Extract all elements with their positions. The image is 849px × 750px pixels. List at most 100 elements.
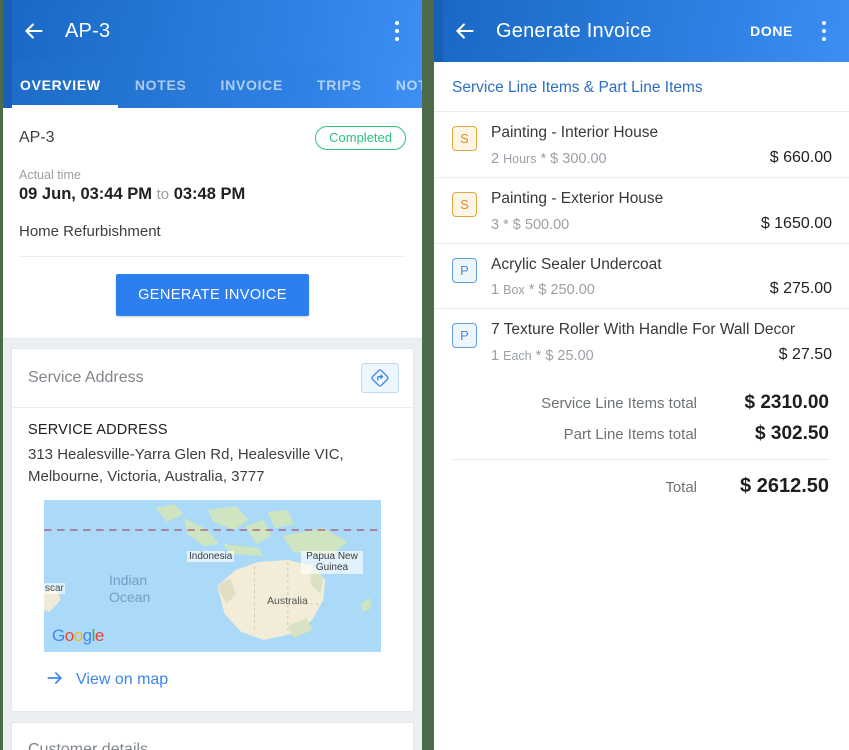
generate-invoice-button[interactable]: GENERATE INVOICE (116, 274, 309, 316)
line-items-list: S Painting - Interior House 2 Hours * $ … (434, 112, 849, 374)
part-total-row: Part Line Items total $ 302.50 (452, 423, 829, 445)
appbar-left-edge-right-panel (434, 0, 443, 62)
job-type-label: Home Refurbishment (19, 223, 161, 240)
line-item-sub-row: 1 Each * $ 25.00 $ 27.50 (491, 346, 832, 364)
line-item-qty-number: 1 (491, 282, 500, 299)
line-item-qty-unit: Each (503, 349, 532, 364)
totals-divider (452, 459, 829, 461)
line-item-main: Painting - Interior House 2 Hours * $ 30… (477, 123, 832, 167)
list-item[interactable]: S Painting - Exterior House 3 * $ 500.00… (434, 178, 849, 244)
tab-trips[interactable]: TRIPS (300, 62, 379, 108)
service-total-label: Service Line Items total (541, 395, 697, 413)
line-item-main: 7 Texture Roller With Handle For Wall De… (477, 320, 832, 364)
service-address-card: Service Address SERVICE ADDRESS 313 Heal… (11, 348, 414, 712)
line-item-name: 7 Texture Roller With Handle For Wall De… (491, 321, 796, 339)
line-item-name: Painting - Exterior House (491, 189, 664, 207)
line-item-rate: $ 250.00 (538, 282, 595, 299)
status-badge: Completed (315, 126, 406, 150)
page-title: AP-3 (65, 19, 111, 42)
line-item-price: $ 275.00 (769, 280, 832, 298)
totals-section: Service Line Items total $ 2310.00 Part … (434, 374, 849, 498)
time-end: 03:48 PM (173, 185, 246, 203)
line-item-main: Painting - Exterior House 3 * $ 500.00 $… (477, 189, 832, 233)
line-item-main: Acrylic Sealer Undercoat 1 Box * $ 250.0… (477, 255, 832, 299)
tab-overview[interactable]: OVERVIEW (3, 62, 118, 108)
service-address-header: Service Address (12, 349, 413, 408)
line-item-qty-unit: Box (503, 283, 525, 298)
left-app-bar: AP-3 (3, 0, 422, 62)
service-address-header-title: Service Address (28, 369, 144, 386)
line-item-qty-unit: Hours (503, 151, 537, 166)
tab-invoice[interactable]: INVOICE (204, 62, 300, 108)
map-graphic (44, 499, 381, 652)
line-item-multiply-sign: * (528, 282, 535, 299)
right-phone-panel: Generate Invoice DONE Service Line Items… (434, 0, 849, 750)
grand-total-label: Total (665, 479, 697, 497)
line-item-quantity: 3 * $ 500.00 (491, 217, 569, 233)
part-total-value: $ 302.50 (755, 423, 829, 445)
line-item-qty-number: 3 (491, 216, 500, 233)
actual-time-label: Actual time (19, 168, 81, 182)
part-badge-icon: P (452, 257, 477, 283)
generate-invoice-row: GENERATE INVOICE (19, 256, 406, 338)
line-item-rate: $ 300.00 (550, 150, 607, 167)
line-item-multiply-sign: * (535, 348, 542, 365)
job-summary-card: AP-3 Completed Actual time 09 Jun, 03:44… (3, 108, 422, 339)
map-preview[interactable]: scar Indonesia Papua New Guinea Indian O… (44, 499, 381, 652)
page-title: Generate Invoice (496, 19, 652, 42)
line-item-sub-row: 2 Hours * $ 300.00 $ 660.00 (491, 149, 832, 167)
line-item-name: Acrylic Sealer Undercoat (491, 255, 662, 273)
back-arrow-icon[interactable] (19, 16, 49, 46)
line-item-quantity: 2 Hours * $ 300.00 (491, 151, 607, 167)
left-scroll-body[interactable]: AP-3 Completed Actual time 09 Jun, 03:44… (3, 108, 422, 750)
service-total-row: Service Line Items total $ 2310.00 (452, 392, 829, 414)
line-item-multiply-sign: * (503, 216, 509, 233)
kebab-menu-icon[interactable] (386, 18, 408, 44)
line-item-rate: $ 500.00 (512, 216, 570, 233)
time-joiner: to (156, 186, 170, 203)
view-on-map-link[interactable]: View on map (28, 652, 397, 711)
service-address-text: 313 Healesville-Yarra Glen Rd, Healesvil… (28, 446, 344, 485)
part-badge-icon: P (452, 323, 477, 349)
tabbar-left-edge (3, 62, 12, 108)
arrow-right-icon (44, 668, 66, 693)
appbar-left-edge (3, 0, 12, 62)
part-total-label: Part Line Items total (563, 426, 697, 444)
line-item-quantity: 1 Box * $ 250.00 (491, 282, 595, 298)
grand-total-value: $ 2612.50 (740, 475, 829, 498)
invoice-body[interactable]: Service Line Items & Part Line Items S P… (434, 62, 849, 750)
left-phone-panel: AP-3 OVERVIEW NOTES INVOICE TRIPS NOTIF … (3, 0, 422, 750)
dual-phone-screenshot: AP-3 OVERVIEW NOTES INVOICE TRIPS NOTIF … (0, 0, 849, 750)
service-total-value: $ 2310.00 (744, 392, 829, 414)
line-item-rate: $ 25.00 (545, 348, 594, 365)
line-item-price: $ 1650.00 (760, 214, 832, 232)
line-item-quantity: 1 Each * $ 25.00 (491, 348, 594, 364)
line-item-name: Painting - Interior House (491, 124, 659, 141)
list-item[interactable]: P 7 Texture Roller With Handle For Wall … (434, 309, 849, 374)
tab-notifications[interactable]: NOTIF (379, 62, 422, 108)
back-arrow-icon[interactable] (450, 16, 480, 46)
service-address-label: SERVICE ADDRESS (28, 422, 168, 438)
line-item-price: $ 660.00 (769, 148, 832, 166)
service-badge-icon: S (452, 126, 477, 151)
list-item[interactable]: P Acrylic Sealer Undercoat 1 Box * $ 250… (434, 244, 849, 310)
service-badge-icon: S (452, 191, 477, 217)
list-item[interactable]: S Painting - Interior House 2 Hours * $ … (434, 112, 849, 178)
view-on-map-label: View on map (76, 671, 169, 688)
line-item-sub-row: 3 * $ 500.00 $ 1650.00 (491, 215, 832, 233)
kebab-menu-icon[interactable] (813, 18, 835, 44)
line-items-section-title: Service Line Items & Part Line Items (434, 62, 849, 112)
tab-bar: OVERVIEW NOTES INVOICE TRIPS NOTIF (3, 62, 422, 108)
grand-total-row: Total $ 2612.50 (452, 475, 829, 498)
service-address-body: SERVICE ADDRESS 313 Healesville-Yarra Gl… (12, 408, 413, 711)
line-item-qty-number: 1 (491, 348, 500, 365)
customer-details-card[interactable]: Customer details (11, 721, 414, 750)
done-button[interactable]: DONE (744, 17, 799, 45)
directions-navigation-icon[interactable] (361, 363, 399, 393)
line-item-qty-number: 2 (491, 150, 500, 167)
line-item-multiply-sign: * (540, 150, 547, 167)
line-item-sub-row: 1 Box * $ 250.00 $ 275.00 (491, 280, 832, 298)
tab-notes[interactable]: NOTES (118, 62, 204, 108)
customer-details-title: Customer details (28, 740, 149, 750)
line-item-price: $ 27.50 (778, 346, 832, 364)
